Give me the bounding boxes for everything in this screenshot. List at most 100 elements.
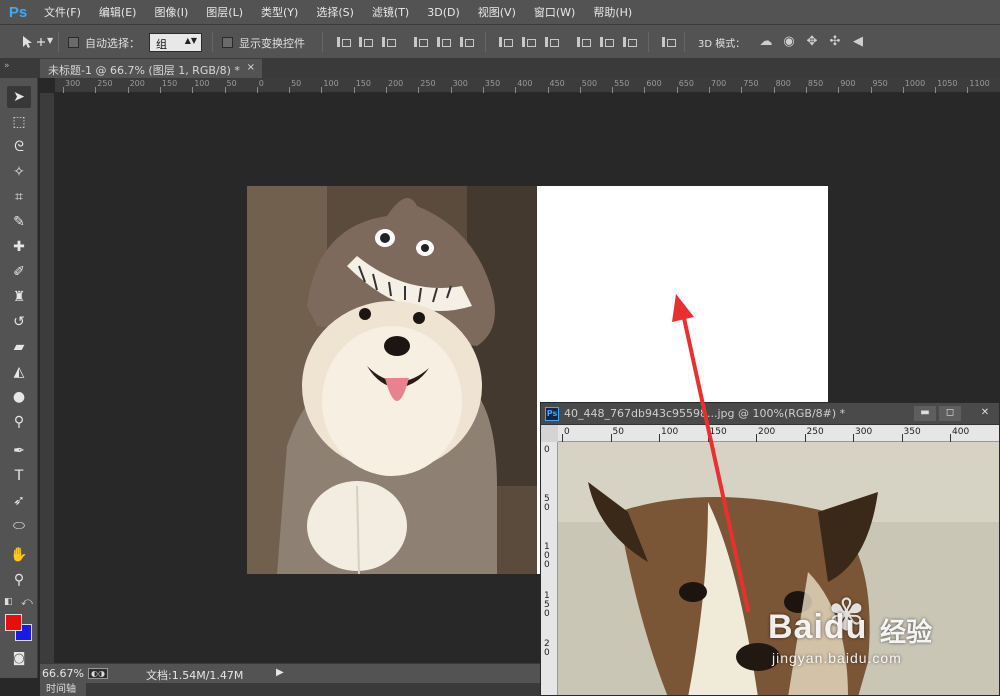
ruler-label: 100 [194, 79, 210, 88]
menu-select[interactable]: 选择(S) [308, 4, 364, 20]
floating-document-window[interactable]: Ps 40_448_767db943c95598...jpg @ 100%(RG… [540, 402, 1000, 696]
info-mode-icon[interactable]: ◐◑ [88, 668, 108, 679]
ruler-tick [159, 87, 161, 93]
auto-align-icon[interactable] [661, 35, 676, 49]
menu-help[interactable]: 帮助(H) [585, 4, 642, 20]
ruler-tick [547, 87, 549, 93]
ruler-tick [644, 87, 646, 93]
pen-icon[interactable]: ✒ [7, 440, 31, 462]
align-top-icon[interactable] [336, 35, 351, 49]
minimize-icon[interactable]: ▬ [914, 406, 936, 421]
paint-bucket-icon[interactable]: ◭ [7, 361, 31, 383]
3d-orbit-icon[interactable]: ☁ [758, 35, 774, 49]
ruler-tick [804, 434, 806, 442]
ruler-origin-corner[interactable] [541, 425, 558, 442]
ruler-tick [902, 87, 904, 93]
3d-pan-icon[interactable]: ✥ [804, 35, 820, 49]
distribute-top-icon[interactable] [498, 35, 513, 49]
menu-type[interactable]: 类型(Y) [253, 4, 308, 20]
distribute-bottom-icon[interactable] [544, 35, 559, 49]
close-icon[interactable]: ✕ [974, 406, 996, 421]
path-select-icon[interactable]: ➶ [7, 490, 31, 512]
dodge-icon[interactable]: ⚲ [7, 411, 31, 433]
ruler-label: 800 [775, 79, 791, 88]
status-menu-arrow-icon[interactable]: ▶ [276, 667, 284, 678]
menu-image[interactable]: 图像(I) [146, 4, 198, 20]
ruler-label: 350 [903, 427, 921, 437]
baidu-watermark-url: jingyan.baidu.com [772, 650, 902, 666]
ruler-label: 200 [388, 79, 404, 88]
ruler-label: 50 [226, 79, 237, 88]
ellipse-icon[interactable]: ⬭ [7, 515, 31, 537]
ruler-tick [659, 434, 660, 442]
move-tool-preset-icon[interactable] [20, 34, 46, 50]
3d-slide-icon[interactable]: ✣ [827, 35, 843, 49]
zoom-level[interactable]: 66.67% [42, 667, 84, 680]
3d-scale-icon[interactable]: ◀ [850, 35, 866, 49]
menu-3d[interactable]: 3D(D) [419, 6, 470, 19]
ruler-label: 400 [517, 79, 533, 88]
ruler-tick [450, 87, 452, 93]
floating-window-titlebar[interactable]: Ps 40_448_767db943c95598...jpg @ 100%(RG… [541, 403, 999, 425]
show-transform-label: 显示变换控件 [239, 37, 305, 50]
magic-wand-icon[interactable]: ✧ [7, 161, 31, 183]
auto-select-checkbox[interactable] [68, 37, 79, 48]
align-vcenter-icon[interactable] [358, 35, 373, 49]
timeline-tab[interactable]: 时间轴 [40, 683, 86, 696]
eyedropper-icon[interactable]: ✎ [7, 211, 31, 233]
align-bottom-icon[interactable] [381, 35, 396, 49]
menu-filter[interactable]: 滤镜(T) [364, 4, 419, 20]
menu-view[interactable]: 视图(V) [470, 4, 526, 20]
menu-layer[interactable]: 图层(L) [198, 4, 253, 20]
move-icon[interactable]: ➤ [7, 86, 31, 108]
vertical-ruler [40, 93, 55, 663]
ruler-label: 250 [806, 427, 824, 437]
healing-brush-icon[interactable]: ✚ [7, 236, 31, 258]
maximize-icon[interactable]: ◻ [939, 406, 961, 421]
quick-mask-icon[interactable]: ◙ [7, 648, 31, 670]
swap-colors-icon[interactable]: ⤺ [21, 595, 33, 609]
preset-dropdown-icon[interactable]: ▼ [47, 36, 53, 45]
auto-select-dropdown[interactable]: 组 ▲▼ [149, 33, 202, 52]
blur-icon[interactable]: ● [7, 386, 31, 408]
foreground-color-swatch[interactable] [5, 614, 22, 631]
ruler-label: 300 [855, 427, 873, 437]
distribute-left-icon[interactable] [576, 35, 591, 49]
ruler-tick [224, 87, 226, 93]
ruler-tick [870, 87, 872, 93]
default-colors-icon[interactable]: ◧ [4, 597, 14, 607]
lasso-icon[interactable]: ᘓ [7, 136, 31, 158]
ruler-label: 900 [840, 79, 856, 88]
type-icon[interactable]: T [7, 465, 31, 487]
crop-icon[interactable]: ⌗ [7, 186, 31, 208]
align-right-icon[interactable] [459, 35, 474, 49]
show-transform-checkbox[interactable] [222, 37, 233, 48]
distribute-hcenter-icon[interactable] [599, 35, 614, 49]
distribute-right-icon[interactable] [622, 35, 637, 49]
3d-roll-icon[interactable]: ◉ [781, 35, 797, 49]
menu-edit[interactable]: 编辑(E) [91, 4, 147, 20]
clone-stamp-icon[interactable]: ♜ [7, 286, 31, 308]
eraser-icon[interactable]: ▰ [7, 336, 31, 358]
menu-file[interactable]: 文件(F) [36, 4, 91, 20]
align-hcenter-icon[interactable] [436, 35, 451, 49]
panel-collapse-icon[interactable]: » [4, 61, 10, 71]
menu-window[interactable]: 窗口(W) [526, 4, 585, 20]
ruler-tick [95, 87, 97, 93]
document-tab[interactable]: 未标题-1 @ 66.7% (图层 1, RGB/8) * × [40, 59, 262, 78]
distribute-vcenter-icon[interactable] [521, 35, 536, 49]
ruler-label: 200 [129, 79, 145, 88]
divider [648, 32, 649, 52]
document-size: 文档:1.54M/1.47M [146, 669, 244, 682]
align-left-icon[interactable] [413, 35, 428, 49]
hand-icon[interactable]: ✋ [7, 544, 31, 566]
divider [684, 32, 685, 52]
zoom-icon[interactable]: ⚲ [7, 569, 31, 591]
ruler-label: 250 [420, 79, 436, 88]
marquee-icon[interactable]: ⬚ [7, 111, 31, 133]
close-icon[interactable]: × [247, 62, 255, 73]
ruler-label: 300 [65, 79, 81, 88]
brush-icon[interactable]: ✐ [7, 261, 31, 283]
history-brush-icon[interactable]: ↺ [7, 311, 31, 333]
ruler-tick [386, 87, 387, 93]
